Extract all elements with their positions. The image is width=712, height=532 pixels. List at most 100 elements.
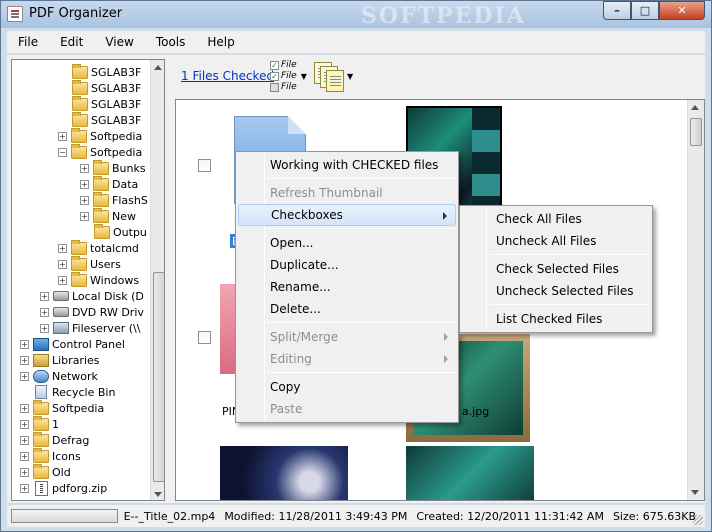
- maximize-button[interactable]: □: [631, 1, 659, 20]
- menu-item: Refresh Thumbnail: [238, 182, 456, 204]
- menu-item[interactable]: Working with CHECKED files: [238, 154, 456, 176]
- tree-item[interactable]: SGLAB3F: [72, 79, 141, 96]
- expand-icon[interactable]: +: [40, 307, 49, 317]
- tree-item[interactable]: + Defrag: [20, 431, 89, 448]
- scroll-down-icon[interactable]: [691, 490, 699, 495]
- thumbnail-scrollbar[interactable]: [687, 100, 704, 500]
- tree-item[interactable]: + Old: [20, 463, 71, 480]
- tree-item[interactable]: + Softpedia: [20, 399, 104, 416]
- tree-item[interactable]: + Local Disk (D: [40, 288, 144, 304]
- menu-item-label: Open...: [270, 236, 314, 250]
- menu-item-label: Refresh Thumbnail: [270, 186, 383, 200]
- tree-item[interactable]: +1: [20, 415, 59, 432]
- tree-item[interactable]: + Users: [58, 255, 121, 272]
- expand-icon[interactable]: +: [20, 355, 29, 365]
- tree-item[interactable]: + FlashS: [80, 191, 148, 208]
- expand-icon[interactable]: +: [80, 211, 89, 221]
- menu-tools[interactable]: Tools: [145, 35, 197, 49]
- menu-item-label: Paste: [270, 402, 303, 416]
- tree-item[interactable]: + Network: [20, 368, 98, 384]
- scroll-down-icon[interactable]: [154, 492, 162, 497]
- scroll-up-icon[interactable]: [154, 65, 162, 70]
- expand-icon[interactable]: +: [20, 339, 29, 349]
- folder-icon: [33, 431, 49, 447]
- tree-item[interactable]: + Bunks: [80, 159, 146, 176]
- expand-icon[interactable]: +: [20, 403, 29, 413]
- status-bar: E--_Title_02.mp4 Modified: 11/28/2011 3:…: [7, 505, 705, 527]
- menu-separator: [266, 178, 456, 179]
- menu-item[interactable]: Checkboxes: [238, 204, 456, 226]
- expand-icon[interactable]: +: [58, 243, 67, 253]
- collapse-icon[interactable]: −: [58, 147, 67, 157]
- files-checked-link[interactable]: 1 Files Checked: [181, 69, 274, 83]
- scroll-up-icon[interactable]: [691, 105, 699, 110]
- tree-item-label: Softpedia: [90, 129, 143, 143]
- tree-scroll-thumb[interactable]: [153, 272, 164, 482]
- tree-item[interactable]: SGLAB3F: [72, 95, 141, 112]
- tree-item[interactable]: + New: [80, 207, 136, 224]
- folder-tree[interactable]: SGLAB3F SGLAB3F SGLAB3F SGLAB3F + Softpedia − S…: [11, 59, 165, 501]
- menu-separator: [490, 304, 650, 305]
- tree-item[interactable]: + totalcmd: [58, 239, 139, 256]
- close-button[interactable]: ✕: [659, 1, 705, 20]
- thumbnail-checkbox[interactable]: [198, 159, 211, 172]
- menu-edit[interactable]: Edit: [49, 35, 94, 49]
- dropdown-arrow-icon[interactable]: ▼: [301, 71, 307, 82]
- minimize-button[interactable]: –: [603, 1, 631, 20]
- menu-help[interactable]: Help: [196, 35, 245, 49]
- tree-item[interactable]: SGLAB3F: [72, 111, 141, 128]
- menu-item[interactable]: Duplicate...: [238, 254, 456, 276]
- menu-item[interactable]: Copy: [238, 376, 456, 398]
- tree-item[interactable]: + Softpedia: [58, 127, 143, 144]
- expand-icon[interactable]: +: [20, 451, 29, 461]
- tree-item[interactable]: + Fileserver (\\: [40, 320, 140, 336]
- title-bar[interactable]: PDF Organizer SOFTPEDIA – □ ✕: [1, 1, 711, 29]
- expand-icon[interactable]: +: [20, 483, 29, 493]
- expand-icon[interactable]: +: [40, 323, 49, 333]
- tree-item[interactable]: − Softpedia: [58, 143, 142, 160]
- menu-item[interactable]: Uncheck All Files: [462, 230, 650, 252]
- image-thumbnail-forest-2[interactable]: [406, 446, 534, 500]
- tree-item[interactable]: + pdforg.zip: [20, 480, 107, 496]
- menu-item-label: Editing: [270, 352, 312, 366]
- expand-icon[interactable]: +: [80, 163, 89, 173]
- menu-item[interactable]: Open...: [238, 232, 456, 254]
- tree-item[interactable]: + DVD RW Driv: [40, 304, 144, 320]
- expand-icon[interactable]: +: [40, 291, 49, 301]
- expand-icon[interactable]: +: [20, 467, 29, 477]
- menu-item-label: Uncheck All Files: [496, 234, 597, 248]
- thumbnail-checkbox[interactable]: [198, 331, 211, 344]
- menu-view[interactable]: View: [94, 35, 144, 49]
- tree-item[interactable]: + Libraries: [20, 352, 100, 368]
- expand-icon[interactable]: +: [58, 275, 67, 285]
- tree-item[interactable]: SGLAB3F: [72, 63, 141, 80]
- tree-item[interactable]: + Icons: [20, 447, 81, 464]
- expand-icon[interactable]: +: [58, 259, 67, 269]
- expand-icon[interactable]: +: [20, 435, 29, 445]
- tree-item[interactable]: + Control Panel: [20, 336, 125, 352]
- tree-item[interactable]: Recycle Bin: [33, 384, 115, 400]
- menu-item[interactable]: Uncheck Selected Files: [462, 280, 650, 302]
- checkbox-legend[interactable]: ✓ File ✓ File ▼ File: [270, 60, 307, 93]
- resize-grip-icon[interactable]: [693, 515, 703, 525]
- expand-icon[interactable]: +: [20, 371, 29, 381]
- image-thumbnail-moon[interactable]: [220, 446, 348, 500]
- tree-item[interactable]: + Windows: [58, 271, 139, 288]
- expand-icon[interactable]: +: [80, 179, 89, 189]
- thumbnail-scroll-thumb[interactable]: [690, 118, 702, 146]
- drive-icon: [53, 291, 69, 301]
- documents-icon[interactable]: [314, 62, 344, 92]
- menu-item[interactable]: Rename...: [238, 276, 456, 298]
- documents-dropdown-icon[interactable]: ▼: [347, 72, 353, 81]
- menu-file[interactable]: File: [7, 35, 49, 49]
- expand-icon[interactable]: +: [20, 419, 29, 429]
- tree-item[interactable]: Outpu: [94, 223, 147, 240]
- expand-icon[interactable]: +: [80, 195, 89, 205]
- tree-scrollbar[interactable]: [150, 60, 164, 500]
- menu-item[interactable]: Check All Files: [462, 208, 650, 230]
- menu-item[interactable]: Check Selected Files: [462, 258, 650, 280]
- expand-icon[interactable]: +: [58, 131, 67, 141]
- tree-item[interactable]: + Data: [80, 175, 138, 192]
- menu-item[interactable]: List Checked Files: [462, 308, 650, 330]
- menu-item[interactable]: Delete...: [238, 298, 456, 320]
